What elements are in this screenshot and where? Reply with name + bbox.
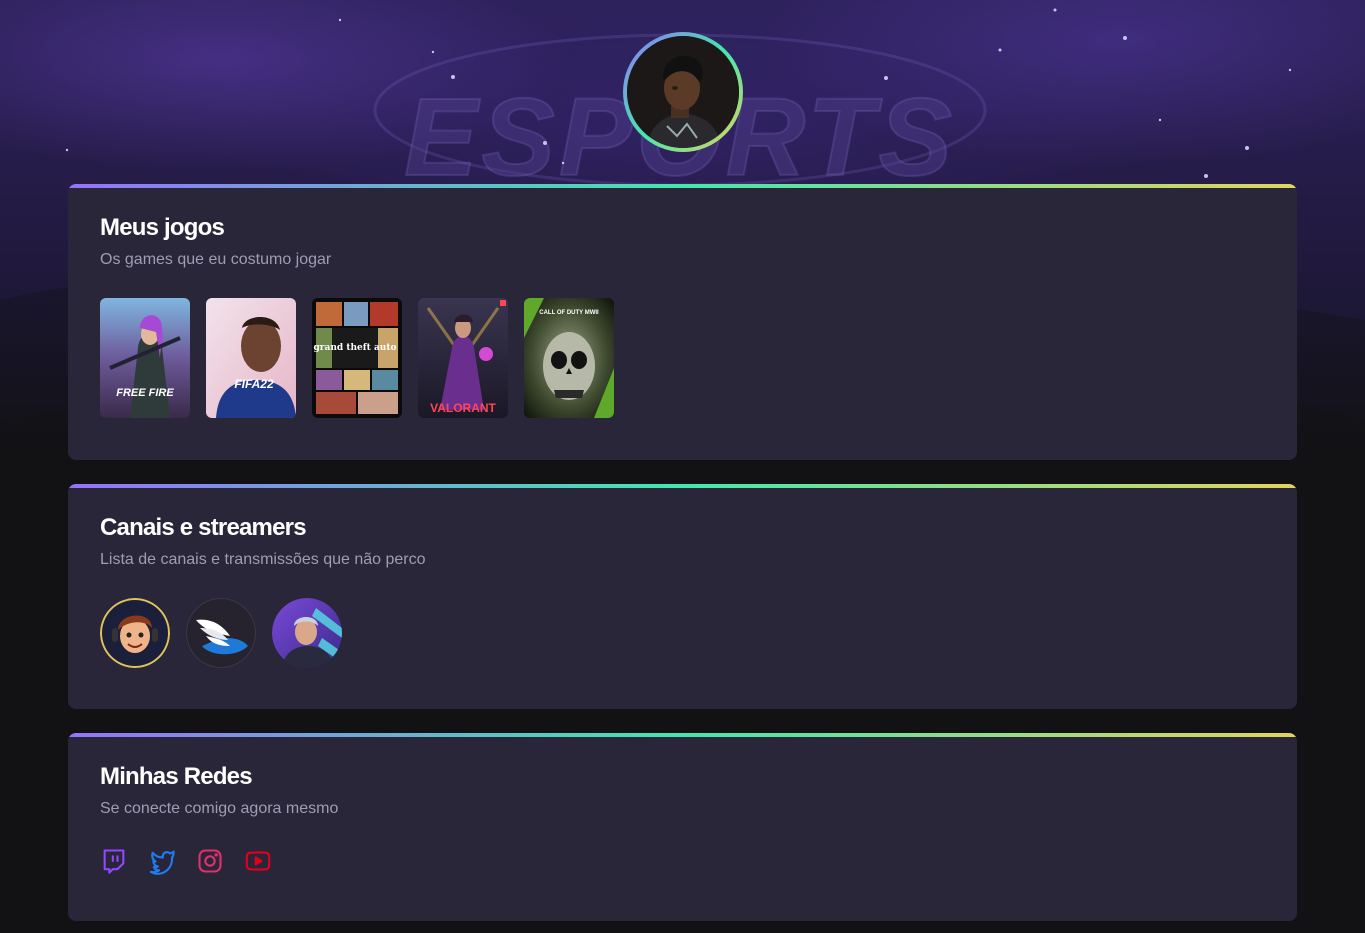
social-links [100,847,1265,875]
streamers-subtitle: Lista de canais e transmissões que não p… [100,551,426,568]
streamers-title: Canais e streamers [100,514,307,541]
game-cod-mw2[interactable]: CALL OF DUTY MWII [524,298,614,418]
game-valorant[interactable]: VALORANT [418,298,508,418]
twitter-icon[interactable] [148,847,176,875]
game-free-fire[interactable]: FREE FIRE [100,298,190,418]
social-title: Minhas Redes [100,763,253,790]
games-card: Meus jogos Os games que eu costumo jogar… [68,184,1297,460]
games-title: Meus jogos [100,214,225,241]
svg-text:CALL OF DUTY MWII: CALL OF DUTY MWII [539,310,599,316]
streamer-avatar-2[interactable] [186,598,256,668]
streamers-list [100,598,1265,668]
svg-text:grand theft auto: grand theft auto [314,343,397,353]
game-gta-v[interactable]: grand theft auto [312,298,402,418]
svg-text:FREE FIRE: FREE FIRE [116,387,174,399]
streamer-avatar-3[interactable] [272,598,342,668]
svg-text:FIFA22: FIFA22 [234,377,274,391]
game-fifa-22[interactable]: FIFA22 [206,298,296,418]
twitch-icon[interactable] [100,847,128,875]
streamer-avatar-1[interactable] [100,598,170,668]
youtube-icon[interactable] [244,847,272,875]
games-subtitle: Os games que eu costumo jogar [100,251,332,268]
social-subtitle: Se conecte comigo agora mesmo [100,800,339,817]
profile-avatar [623,32,743,152]
social-card: Minhas Redes Se conecte comigo agora mes… [68,733,1297,921]
instagram-icon[interactable] [196,847,224,875]
svg-text:VALORANT: VALORANT [430,401,496,415]
streamers-card: Canais e streamers Lista de canais e tra… [68,484,1297,709]
games-list: FREE FIRE FIFA22 grand theft auto VALORA… [100,298,1265,418]
